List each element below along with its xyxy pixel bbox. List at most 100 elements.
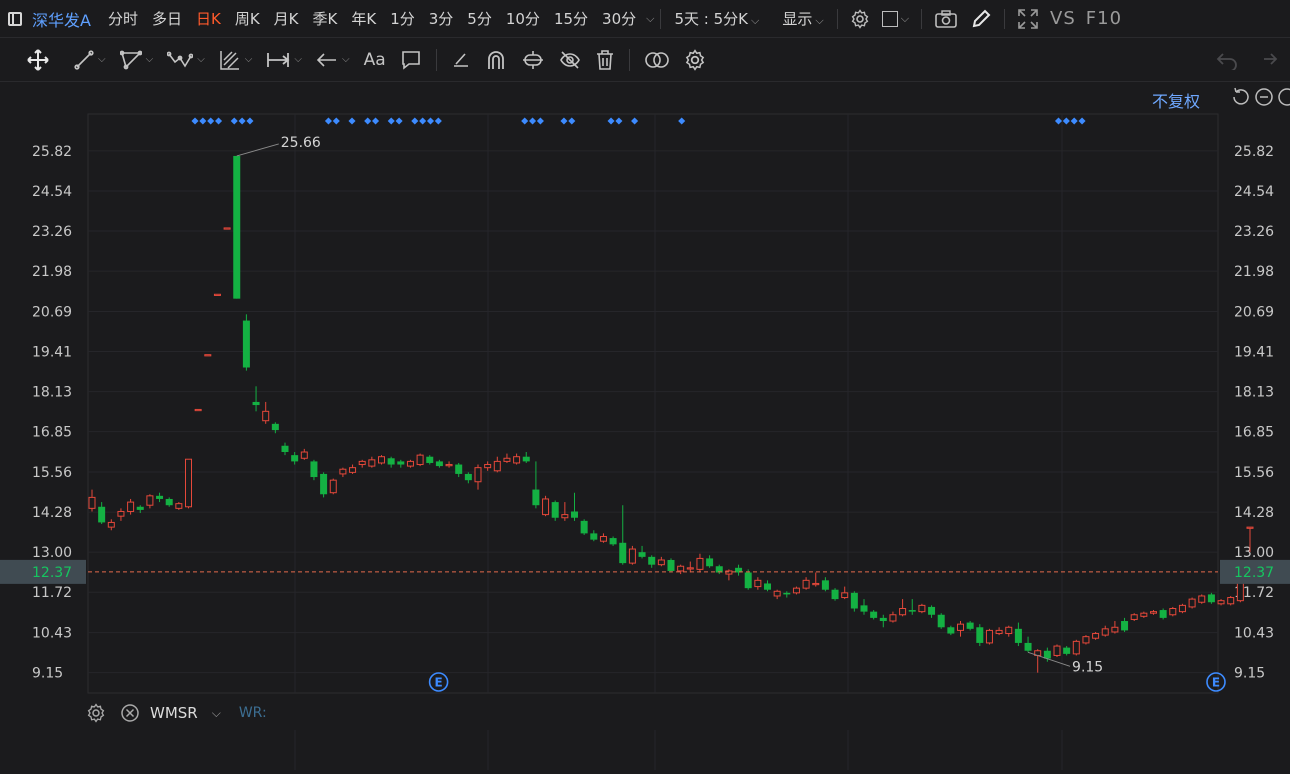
candle-body-down (455, 464, 463, 474)
y-tick-right: 25.82 (1234, 144, 1274, 160)
chevron-down-icon: ⌵ (98, 54, 106, 65)
candle (609, 536, 617, 546)
candle-body-up (599, 536, 607, 542)
signal-diamond-icon (395, 117, 403, 125)
chevron-down-icon: ⌵ (197, 54, 205, 65)
chevron-down-icon[interactable]: ⌵ (646, 12, 654, 26)
reset-icon[interactable] (1233, 87, 1249, 105)
candle (339, 467, 347, 478)
y-tick-right: 23.26 (1234, 224, 1274, 240)
fullscreen-icon[interactable] (1017, 8, 1039, 30)
candle-body-up (1178, 604, 1186, 613)
candle (1140, 611, 1148, 618)
candle (1014, 622, 1022, 647)
compare-icon[interactable] (644, 50, 670, 70)
redo-icon[interactable] (1256, 50, 1278, 70)
pen-icon[interactable] (451, 50, 471, 70)
move-icon[interactable] (26, 48, 50, 72)
event-marker-icon[interactable]: E (428, 672, 449, 692)
candle-body-down (966, 622, 974, 629)
candle-body-down (310, 461, 318, 478)
period-tab[interactable]: 月K (274, 8, 299, 29)
period-tab[interactable]: 日K (196, 8, 221, 29)
candle (387, 456, 395, 468)
candle (628, 545, 636, 565)
toolbar-gear-icon[interactable] (684, 48, 706, 71)
candle (995, 627, 1003, 636)
zoom-in-icon[interactable] (1278, 88, 1290, 106)
candle (175, 502, 183, 510)
period-tab[interactable]: 15分 (554, 8, 588, 29)
lock-link-icon[interactable] (521, 49, 545, 71)
pencil-icon[interactable] (970, 8, 992, 30)
candle (300, 448, 308, 460)
candle-body-up (368, 459, 376, 467)
polygon-icon[interactable]: ⌵ (119, 50, 153, 70)
period-tab[interactable]: 分时 (108, 8, 138, 29)
period-tab[interactable]: 年K (351, 8, 376, 29)
candle-body-up (213, 293, 221, 296)
indicator-name[interactable]: WMSR (150, 704, 198, 722)
period-tab[interactable]: 季K (313, 8, 338, 29)
candle (1217, 599, 1225, 606)
candle-body-up (985, 629, 993, 644)
candle-body-down (1014, 628, 1022, 643)
candle (1111, 621, 1119, 634)
kline-chart[interactable]: 25.82 25.82 24.54 24.54 23.26 23.26 21.98 21.98… (0, 82, 1290, 770)
candle (358, 459, 366, 468)
candle-body-down (667, 559, 675, 571)
close-icon[interactable] (120, 703, 140, 723)
magnet-icon[interactable] (485, 49, 507, 71)
candle-body-down (464, 473, 472, 481)
f10-button[interactable]: F10 (1086, 8, 1122, 29)
period-tab[interactable]: 多日 (152, 8, 182, 29)
signal-diamond-icon (364, 117, 372, 125)
candle (522, 452, 530, 463)
candle (107, 519, 115, 531)
signal-diamond-icon (230, 117, 238, 125)
candle (503, 453, 511, 463)
comment-icon[interactable] (400, 50, 422, 70)
hide-icon[interactable] (559, 49, 581, 71)
wave-icon[interactable]: ⌵ (167, 50, 205, 70)
color-square-icon[interactable]: ⌵ (881, 10, 909, 27)
period-tab[interactable]: 3分 (429, 8, 454, 29)
display-menu[interactable]: 显示 ⌵ (782, 8, 823, 29)
chevron-down-icon[interactable]: ⌵ (212, 706, 221, 721)
drawing-toolbar: ⌵ ⌵ ⌵ ⌵ ⌵ ⌵ Aa (0, 38, 1290, 82)
candle (1072, 639, 1080, 656)
candle (764, 580, 771, 592)
signal-diamond-icon (434, 117, 442, 125)
candle (1169, 606, 1177, 617)
period-tab[interactable]: 周K (235, 8, 260, 29)
event-marker-icon[interactable]: E (1206, 672, 1226, 692)
undo-icon[interactable] (1216, 50, 1238, 70)
period-tab[interactable]: 1分 (390, 8, 415, 29)
candle (947, 625, 955, 636)
candle-body-up (677, 565, 685, 572)
channel-icon[interactable]: ⌵ (219, 49, 252, 71)
candle (406, 459, 414, 468)
line-segment-icon[interactable]: ⌵ (74, 49, 106, 70)
period-tab[interactable]: 30分 (602, 8, 636, 29)
gear-icon[interactable] (850, 8, 870, 29)
measure-icon[interactable]: ⌵ (266, 50, 302, 70)
period-tab[interactable]: 10分 (506, 8, 540, 29)
y-tick-right: 24.54 (1234, 184, 1274, 200)
signal-diamond-icon (387, 117, 395, 125)
y-tick-left: 16.85 (32, 425, 72, 441)
indicator-gear-icon[interactable] (86, 703, 106, 723)
divider (435, 48, 437, 71)
divider (660, 8, 662, 29)
vs-button[interactable]: VS (1050, 8, 1076, 29)
multi-period-selector[interactable]: 5天 : 5分K ⌵ (674, 8, 759, 29)
period-tab[interactable]: 5分 (467, 8, 492, 29)
stock-name[interactable]: 深华发A (32, 7, 91, 31)
panel-toggle-icon[interactable] (8, 11, 22, 26)
camera-icon[interactable] (934, 9, 958, 29)
arrow-icon[interactable]: ⌵ (316, 50, 350, 70)
indicator-bar: WMSR ⌵ WR: (86, 702, 267, 724)
text-icon[interactable]: Aa (364, 50, 386, 70)
y-tick-left: 23.26 (32, 224, 72, 240)
trash-icon[interactable] (595, 49, 615, 71)
